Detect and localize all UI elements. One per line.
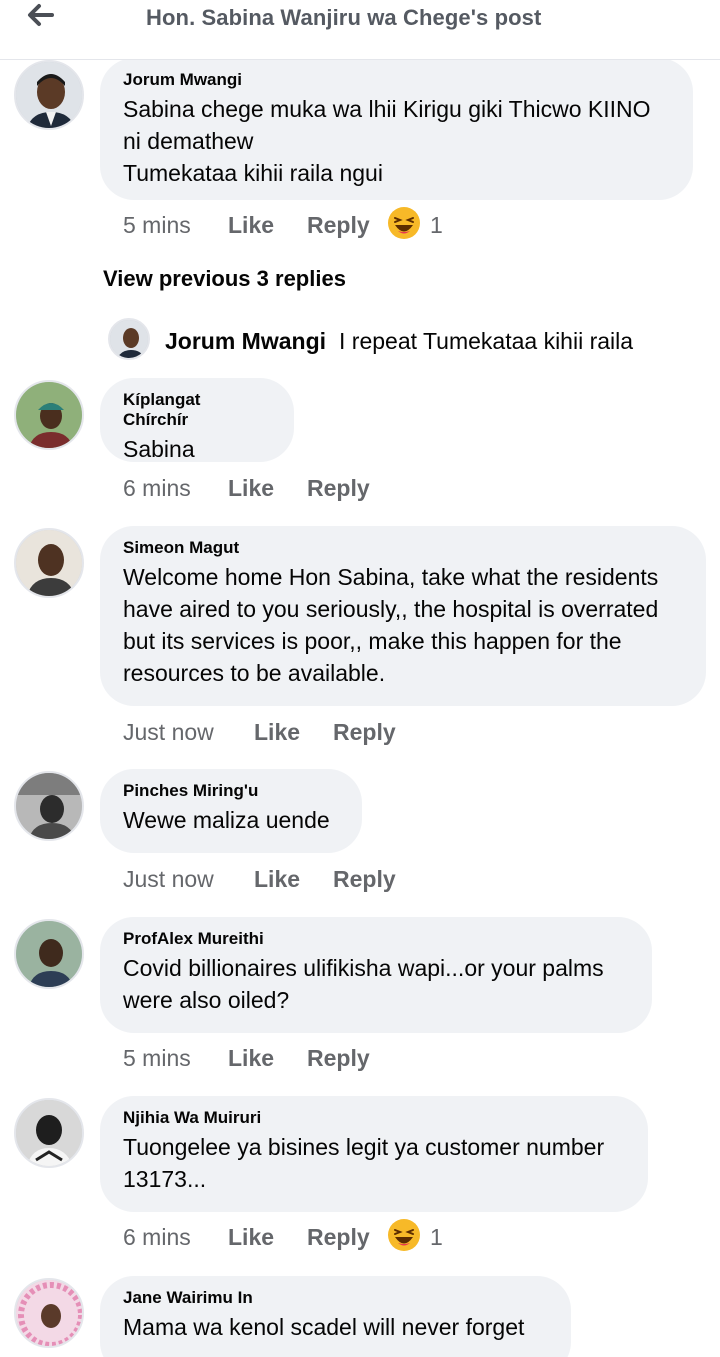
comment-timestamp[interactable]: 5 mins [123,212,191,239]
avatar[interactable] [14,919,84,989]
back-arrow-icon[interactable] [22,2,62,28]
haha-emoji-icon[interactable] [387,1218,421,1258]
page-title: Hon. Sabina Wanjiru wa Chege's post [146,5,542,30]
avatar[interactable] [14,771,84,841]
comment-author[interactable]: Simeon Magut [123,538,682,558]
comment-timestamp[interactable]: 6 mins [123,475,191,502]
reply-button[interactable]: Reply [333,719,396,746]
like-button[interactable]: Like [254,719,300,746]
comment-author[interactable]: Njihia Wa Muiruri [123,1108,624,1128]
like-button[interactable]: Like [228,1224,274,1251]
comment-author[interactable]: Jorum Mwangi [123,70,669,90]
comment-timestamp[interactable]: Just now [123,866,214,893]
comment-item: Pinches Miring'u Wewe maliza uende Just … [0,769,720,899]
comment-text: Mama wa kenol scadel will never forget [123,1314,525,1340]
like-button[interactable]: Like [228,212,274,239]
reaction-count[interactable]: 1 [430,1224,443,1251]
comment-item: Simeon Magut Welcome home Hon Sabina, ta… [0,526,720,756]
avatar[interactable] [14,1098,84,1168]
comment-text: Sabina chege muka wa lhii Kirigu giki Th… [123,96,651,186]
like-button[interactable]: Like [228,1045,274,1072]
reply-button[interactable]: Reply [333,866,396,893]
comment-author[interactable]: Jane Wairimu In [123,1288,547,1308]
comment-bubble[interactable]: Kíplangat Chírchír Sabina [100,378,294,462]
avatar[interactable] [14,60,84,130]
reply-author[interactable]: Jorum Mwangi [165,328,326,355]
comment-text: Welcome home Hon Sabina, take what the r… [123,564,659,686]
comment-bubble[interactable]: Njihia Wa Muiruri Tuongelee ya bisines l… [100,1096,648,1212]
comment-bubble[interactable]: Jorum Mwangi Sabina chege muka wa lhii K… [100,58,693,200]
comment-item: Njihia Wa Muiruri Tuongelee ya bisines l… [0,1096,720,1266]
comment-timestamp[interactable]: 6 mins [123,1224,191,1251]
reply-preview[interactable]: Jorum Mwangi I repeat Tumekataa kihii ra… [108,318,708,362]
comment-text: Wewe maliza uende [123,807,330,833]
reaction-count[interactable]: 1 [430,212,443,239]
comment-bubble[interactable]: ProfAlex Mureithi Covid billionaires uli… [100,917,652,1033]
comment-bubble[interactable]: Simeon Magut Welcome home Hon Sabina, ta… [100,526,706,706]
comment-text: Sabina [123,436,195,462]
view-previous-replies-link[interactable]: View previous 3 replies [103,266,346,292]
comment-item: Jane Wairimu In Mama wa kenol scadel wil… [0,1276,720,1357]
reply-button[interactable]: Reply [307,1045,370,1072]
reply-button[interactable]: Reply [307,1224,370,1251]
comment-text: Tuongelee ya bisines legit ya customer n… [123,1134,605,1192]
reply-button[interactable]: Reply [307,212,370,239]
comment-author[interactable]: Pinches Miring'u [123,781,338,801]
avatar[interactable] [14,380,84,450]
comment-author[interactable]: ProfAlex Mureithi [123,929,628,949]
comment-author[interactable]: Kíplangat Chírchír [123,390,270,430]
comment-item: ProfAlex Mureithi Covid billionaires uli… [0,917,720,1077]
like-button[interactable]: Like [254,866,300,893]
comment-item: Jorum Mwangi Sabina chege muka wa lhii K… [0,56,720,246]
reply-button[interactable]: Reply [307,475,370,502]
like-button[interactable]: Like [228,475,274,502]
comment-text: Covid billionaires ulifikisha wapi...or … [123,955,604,1013]
avatar[interactable] [14,1278,84,1348]
comment-bubble[interactable]: Pinches Miring'u Wewe maliza uende [100,769,362,853]
top-bar: Hon. Sabina Wanjiru wa Chege's post [0,0,720,60]
reply-text: I repeat Tumekataa kihii raila [339,328,634,354]
comment-item: Kíplangat Chírchír Sabina 6 mins Like Re… [0,378,720,508]
comment-timestamp[interactable]: Just now [123,719,214,746]
avatar[interactable] [108,318,150,360]
comment-timestamp[interactable]: 5 mins [123,1045,191,1072]
comment-bubble[interactable]: Jane Wairimu In Mama wa kenol scadel wil… [100,1276,571,1357]
avatar[interactable] [14,528,84,598]
haha-emoji-icon[interactable] [387,206,421,246]
